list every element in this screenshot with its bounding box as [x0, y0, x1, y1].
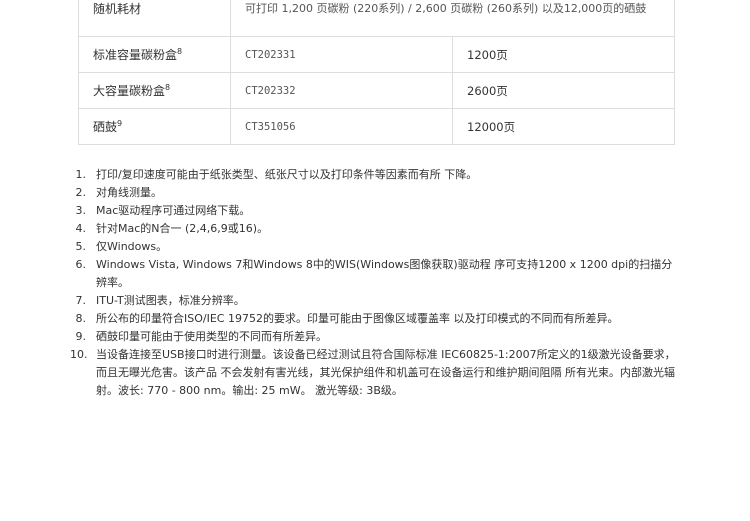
footnote-text: 打印/复印速度可能由于纸张类型、纸张尺寸以及打印条件等因素而有所 下降。: [96, 168, 478, 181]
footnote-number: 6.: [75, 258, 87, 271]
footnote-item: 4. 针对Mac的N合一 (2,4,6,9或16)。: [70, 220, 680, 238]
table-row: 随机耗材 可打印 1,200 页碳粉 (220系列) / 2,600 页碳粉 (…: [78, 0, 675, 37]
footnote-item: 9. 硒鼓印量可能由于使用类型的不同而有所差异。: [70, 328, 680, 346]
footnote-text: 对角线测量。: [96, 186, 162, 199]
page-yield: 2600页: [452, 72, 675, 109]
consumable-name: 随机耗材: [78, 0, 231, 37]
footnote-ref: 8: [165, 82, 171, 92]
model-number: CT202332: [230, 72, 453, 109]
footnote-item: 8. 所公布的印量符合ISO/IEC 19752的要求。印量可能由于图像区域覆盖率…: [70, 310, 680, 328]
page-yield: 1200页: [452, 36, 675, 73]
footnote-ref: 9: [117, 118, 123, 128]
consumable-name-text: 大容量碳粉盒: [93, 83, 166, 98]
footnote-text: 针对Mac的N合一 (2,4,6,9或16)。: [96, 222, 269, 235]
footnote-text: Windows Vista, Windows 7和Windows 8中的WIS(…: [96, 258, 673, 289]
consumable-description: 可打印 1,200 页碳粉 (220系列) / 2,600 页碳粉 (260系列…: [230, 0, 675, 37]
footnote-item: 3. Mac驱动程序可通过网络下载。: [70, 202, 680, 220]
consumable-name: 大容量碳粉盒8: [78, 72, 231, 109]
footnote-text: ITU-T测试图表，标准分辨率。: [96, 294, 245, 307]
consumable-name: 硒鼓9: [78, 108, 231, 145]
footnote-number: 8.: [75, 312, 87, 325]
footnote-item: 1. 打印/复印速度可能由于纸张类型、纸张尺寸以及打印条件等因素而有所 下降。: [70, 166, 680, 184]
table-row: 硒鼓9 CT351056 12000页: [78, 108, 675, 145]
footnote-item: 6. Windows Vista, Windows 7和Windows 8中的WI…: [70, 256, 680, 292]
consumable-name-text: 随机耗材: [93, 1, 142, 16]
consumable-name-text: 硒鼓: [93, 119, 118, 134]
footnote-number: 10.: [70, 348, 88, 361]
footnote-item: 10. 当设备连接至USB接口时进行测量。该设备已经过测试且符合国际标准 IEC6…: [70, 346, 680, 400]
footnote-item: 2. 对角线测量。: [70, 184, 680, 202]
footnote-ref: 8: [177, 46, 183, 56]
footnote-number: 1.: [75, 168, 87, 181]
footnote-number: 4.: [75, 222, 87, 235]
footnote-text: 所公布的印量符合ISO/IEC 19752的要求。印量可能由于图像区域覆盖率 以…: [96, 312, 619, 325]
consumable-description-text: 可打印 1,200 页碳粉 (220系列) / 2,600 页碳粉 (260系列…: [245, 1, 647, 15]
table-row: 大容量碳粉盒8 CT202332 2600页: [78, 72, 675, 109]
model-number: CT351056: [230, 108, 453, 145]
footnote-text: Mac驱动程序可通过网络下载。: [96, 204, 251, 217]
table-row: 标准容量碳粉盒8 CT202331 1200页: [78, 36, 675, 73]
footnote-number: 9.: [75, 330, 87, 343]
footnotes-list: 1. 打印/复印速度可能由于纸张类型、纸张尺寸以及打印条件等因素而有所 下降。 2…: [70, 166, 680, 400]
consumables-table: 随机耗材 可打印 1,200 页碳粉 (220系列) / 2,600 页碳粉 (…: [78, 0, 675, 145]
consumable-name: 标准容量碳粉盒8: [78, 36, 231, 73]
page-yield: 12000页: [452, 108, 675, 145]
footnote-number: 7.: [75, 294, 87, 307]
footnote-text: 硒鼓印量可能由于使用类型的不同而有所差异。: [96, 330, 327, 343]
footnote-item: 5. 仅Windows。: [70, 238, 680, 256]
consumable-name-text: 标准容量碳粉盒: [93, 47, 178, 62]
footnote-item: 7. ITU-T测试图表，标准分辨率。: [70, 292, 680, 310]
footnote-number: 2.: [75, 186, 87, 199]
footnote-number: 3.: [75, 204, 87, 217]
footnote-number: 5.: [75, 240, 87, 253]
footnote-text: 当设备连接至USB接口时进行测量。该设备已经过测试且符合国际标准 IEC6082…: [96, 348, 676, 397]
model-number: CT202331: [230, 36, 453, 73]
footnote-text: 仅Windows。: [96, 240, 168, 253]
